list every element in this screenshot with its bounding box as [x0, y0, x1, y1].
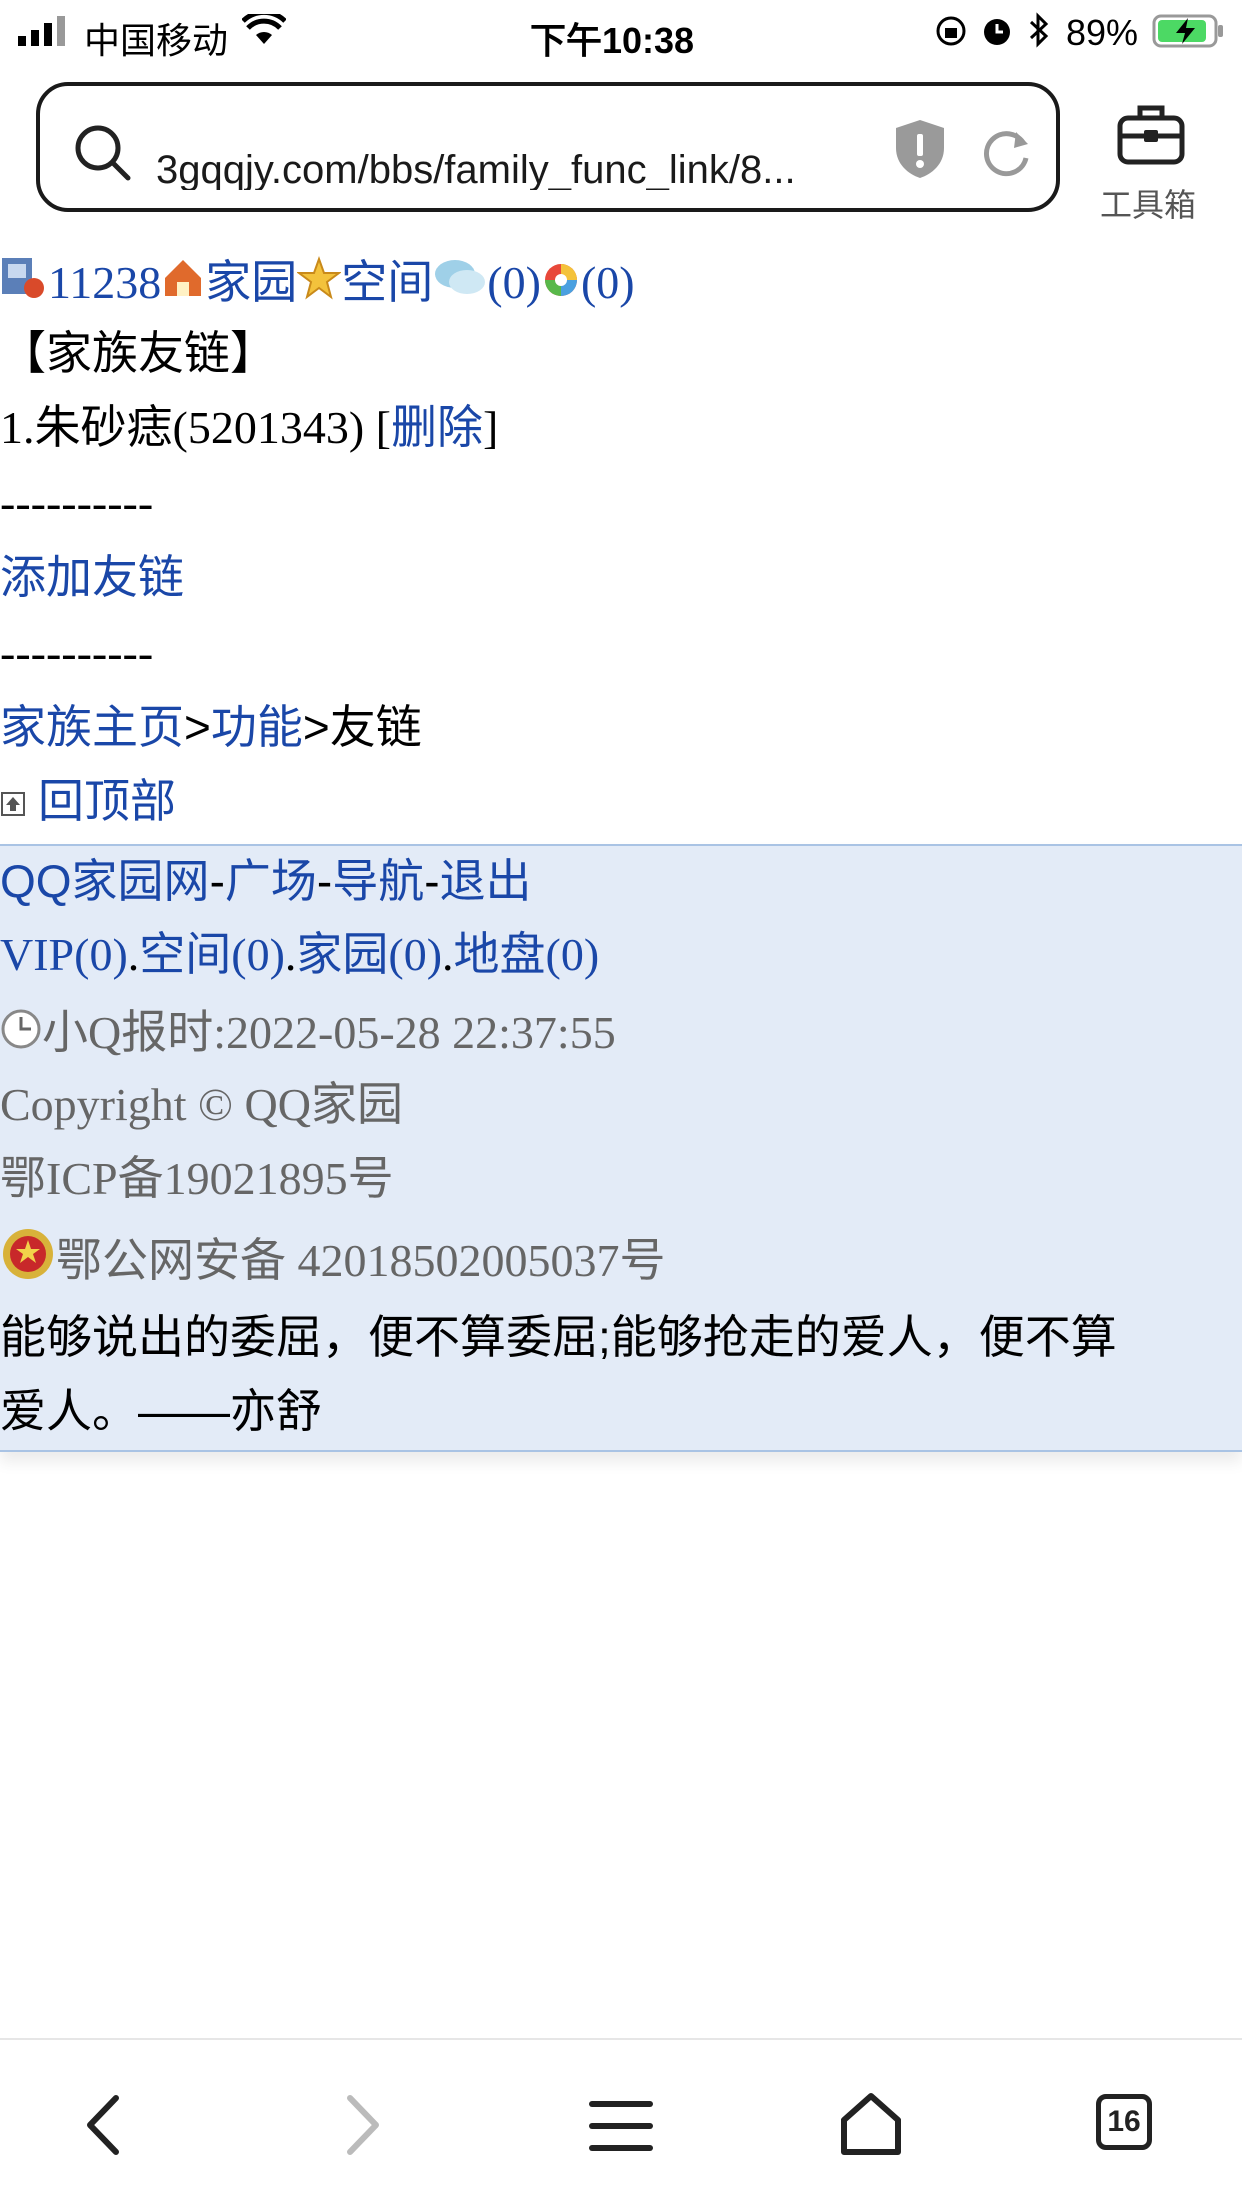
star-icon	[296, 256, 343, 300]
footer-home-link[interactable]: 家园(0)	[296, 929, 442, 980]
menu-icon[interactable]	[576, 2080, 666, 2170]
footer-nav-separator: -	[424, 855, 440, 907]
divider: ----------	[0, 477, 154, 528]
search-icon	[75, 125, 131, 181]
space-link[interactable]: 空间	[341, 256, 433, 308]
notices-link[interactable]: (0)	[581, 257, 635, 308]
footer-link-logout[interactable]: 退出	[440, 855, 532, 907]
footer-copyright: Copyright © QQ家园	[0, 1079, 403, 1130]
footer-nav: QQ家园网-广场-导航-退出	[0, 858, 532, 904]
security-shield-icon[interactable]	[894, 118, 946, 180]
battery-charging-icon	[1152, 14, 1223, 48]
chat-bubble-icon	[435, 260, 486, 294]
back-to-top-row: 回顶部	[0, 778, 176, 824]
tab-count-button[interactable]: 16	[1096, 2094, 1152, 2150]
battery-percent: 89%	[1066, 12, 1139, 53]
user-icon	[2, 258, 44, 298]
footer-territory-link[interactable]: 地盘(0)	[454, 929, 600, 980]
url-text[interactable]: 3gqqjy.com/bbs/family_func_link/8...	[156, 150, 856, 190]
footer-police-text[interactable]: 鄂公网安备 42018502005037号	[56, 1235, 666, 1286]
top-links-row: 11238 家园 空间 (0) (0)	[0, 256, 635, 306]
divider: ----------	[0, 627, 154, 678]
footer-clock-text: 小Q报时:2022-05-28 22:37:55	[42, 1007, 616, 1058]
up-arrow-box-icon	[1, 792, 25, 816]
add-link-button[interactable]: 添加友链	[0, 554, 184, 600]
clock-time: 下午10:38	[530, 20, 695, 61]
footer-clock-row: 小Q报时:2022-05-28 22:37:55	[0, 1008, 616, 1056]
home-nav-icon[interactable]	[826, 2080, 916, 2170]
back-to-top-link[interactable]: 回顶部	[38, 775, 176, 827]
breadcrumb-current: 友链	[329, 701, 422, 753]
footer-counts-separator: .	[284, 929, 297, 980]
forward-icon[interactable]	[316, 2080, 406, 2170]
footer-icp[interactable]: 鄂ICP备19021895号	[0, 1156, 394, 1202]
toolbox-label[interactable]: 工具箱	[1100, 180, 1196, 226]
police-badge-icon	[3, 1229, 53, 1279]
footer-vip-link[interactable]: VIP(0)	[0, 929, 128, 980]
footer-quote-line-1: 能够说出的委屈，便不算委屈;能够抢走的爱人，便不算	[0, 1311, 1117, 1363]
friend-link-text: 1.朱砂痣(5201343) [	[0, 402, 391, 453]
breadcrumb-separator: >	[184, 701, 211, 753]
reload-icon[interactable]	[978, 124, 1034, 180]
bracket-close: ]	[482, 402, 499, 453]
footer-counts: VIP(0).空间(0).家园(0).地盘(0)	[0, 932, 599, 978]
footer-counts-separator: .	[127, 929, 140, 980]
footer-police-row: 鄂公网安备 42018502005037号	[0, 1226, 666, 1284]
footer-link-square[interactable]: 广场	[225, 855, 317, 907]
signal-icon	[18, 16, 65, 46]
bluetooth-icon	[1029, 12, 1049, 48]
footer-nav-separator: -	[316, 855, 333, 907]
breadcrumb: 家族主页>功能>友链	[0, 704, 422, 750]
footer-link-navigation[interactable]: 导航	[332, 855, 424, 907]
status-bar: 中国移动 下午10:38 89%	[0, 0, 1242, 64]
breadcrumb-separator: >	[302, 701, 330, 753]
footer-nav-separator: -	[209, 855, 225, 907]
user-id-link[interactable]: 11238	[48, 257, 161, 308]
toolbox-icon[interactable]	[1116, 100, 1186, 166]
home-icon	[165, 260, 202, 296]
carrier-name: 中国移动	[84, 20, 229, 61]
clock-icon	[1, 1009, 41, 1049]
friend-link-item: 1.朱砂痣(5201343) [删除]	[0, 404, 498, 451]
section-title: 【家族友链】	[0, 327, 276, 379]
messages-link[interactable]: (0)	[487, 257, 541, 308]
breadcrumb-functions[interactable]: 功能	[211, 701, 303, 753]
footer-counts-separator: .	[442, 929, 454, 980]
footer-quote-line-2: 爱人。——亦舒	[0, 1385, 322, 1437]
color-wheel-icon	[544, 264, 577, 296]
wifi-icon	[242, 14, 286, 44]
orientation-lock-icon	[936, 16, 966, 46]
breadcrumb-family-home[interactable]: 家族主页	[0, 701, 184, 753]
delete-link[interactable]: 删除	[391, 401, 483, 453]
alarm-icon	[984, 19, 1010, 45]
footer-link-qqjy[interactable]: QQ家园网	[0, 855, 210, 907]
footer-space-link[interactable]: 空间(0)	[139, 929, 285, 980]
home-link[interactable]: 家园	[205, 256, 297, 308]
back-icon[interactable]	[60, 2080, 150, 2170]
